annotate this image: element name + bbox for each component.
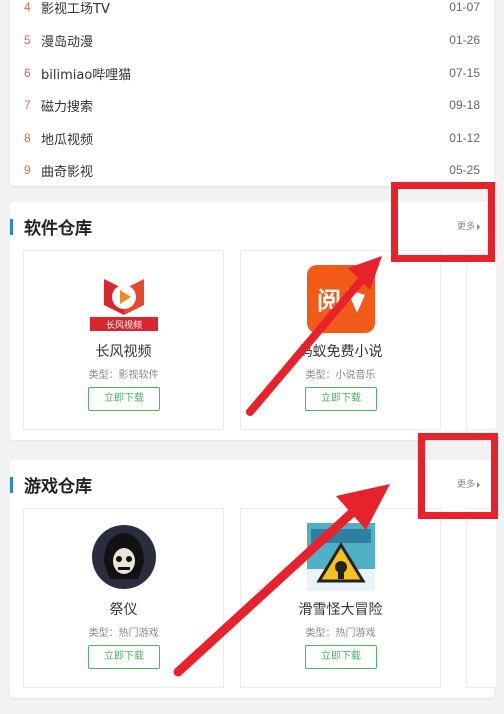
list-item[interactable]: 5 漫岛动漫 01-26 (10, 25, 494, 57)
changfeng-video-icon[interactable]: 长风视频 (90, 265, 158, 333)
section-title: 游戏仓库 (24, 477, 92, 497)
app-name[interactable]: 滑雪怪大冒险 (241, 599, 440, 619)
rank-number: 7 (24, 98, 31, 112)
update-date: 01-07 (449, 0, 480, 14)
download-button[interactable]: 立即下载 (88, 645, 160, 669)
app-title[interactable]: 漫岛动漫 (41, 31, 93, 50)
app-title[interactable]: 磁力搜索 (41, 96, 93, 115)
download-button[interactable]: 立即下载 (88, 387, 160, 411)
update-date: 07-15 (449, 66, 480, 80)
rank-number: 9 (24, 163, 31, 177)
section-title: 软件仓库 (24, 219, 92, 239)
ski-monster-icon[interactable] (307, 523, 375, 591)
novel-app-icon[interactable]: 阅 (307, 265, 375, 333)
app-name[interactable]: 蚂蚁免费小说 (241, 341, 440, 361)
update-date: 01-12 (449, 131, 480, 145)
list-item[interactable]: 7 磁力搜索 09-18 (10, 90, 494, 122)
app-name[interactable]: 祭仪 (24, 599, 223, 619)
app-name[interactable]: 长风视频 (24, 341, 223, 361)
app-card-peek[interactable] (466, 250, 496, 430)
rank-number: 6 (24, 66, 31, 80)
app-type: 类型：小说音乐 (305, 370, 376, 381)
update-date: 05-25 (449, 163, 480, 177)
app-card[interactable]: 祭仪 类型：热门游戏 立即下载 (23, 508, 224, 688)
download-button[interactable]: 立即下载 (305, 387, 377, 411)
section-accent-bar (10, 477, 13, 493)
app-type: 类型：影视软件 (88, 370, 159, 381)
list-item[interactable]: 6 bilimiao哔哩猫 07-15 (10, 58, 494, 90)
rank-number: 4 (24, 0, 31, 14)
app-title[interactable]: 曲奇影视 (41, 161, 93, 180)
app-title[interactable]: 地瓜视频 (41, 129, 93, 148)
rank-number: 5 (24, 33, 31, 47)
app-type: 类型：热门游戏 (305, 628, 376, 639)
highlight-box (391, 182, 495, 262)
app-type: 类型：热门游戏 (88, 628, 159, 639)
icon-label: 长风视频 (106, 319, 142, 331)
download-button[interactable]: 立即下载 (305, 645, 377, 669)
app-card[interactable]: 滑雪怪大冒险 类型：热门游戏 立即下载 (240, 508, 441, 688)
icon-label: 阅 (317, 287, 341, 315)
app-title[interactable]: bilimiao哔哩猫 (41, 64, 131, 83)
list-item[interactable]: 4 影视工场TV 01-07 (10, 0, 494, 24)
highlight-box (418, 433, 498, 519)
update-date: 09-18 (449, 98, 480, 112)
list-item[interactable]: 8 地瓜视频 01-12 (10, 123, 494, 155)
app-title[interactable]: 影视工场TV (41, 0, 110, 17)
app-card[interactable]: 长风视频 长风视频 类型：影视软件 立即下载 (23, 250, 224, 430)
update-date: 01-26 (449, 33, 480, 47)
app-card[interactable]: 阅 蚂蚁免费小说 类型：小说音乐 立即下载 (240, 250, 441, 430)
app-card-peek[interactable] (466, 508, 496, 688)
recommend-list: 4 影视工场TV 01-07 5 漫岛动漫 01-26 6 bilimiao哔哩… (10, 0, 494, 186)
section-accent-bar (10, 219, 13, 235)
skull-hood-icon[interactable] (90, 523, 158, 591)
rank-number: 8 (24, 131, 31, 145)
